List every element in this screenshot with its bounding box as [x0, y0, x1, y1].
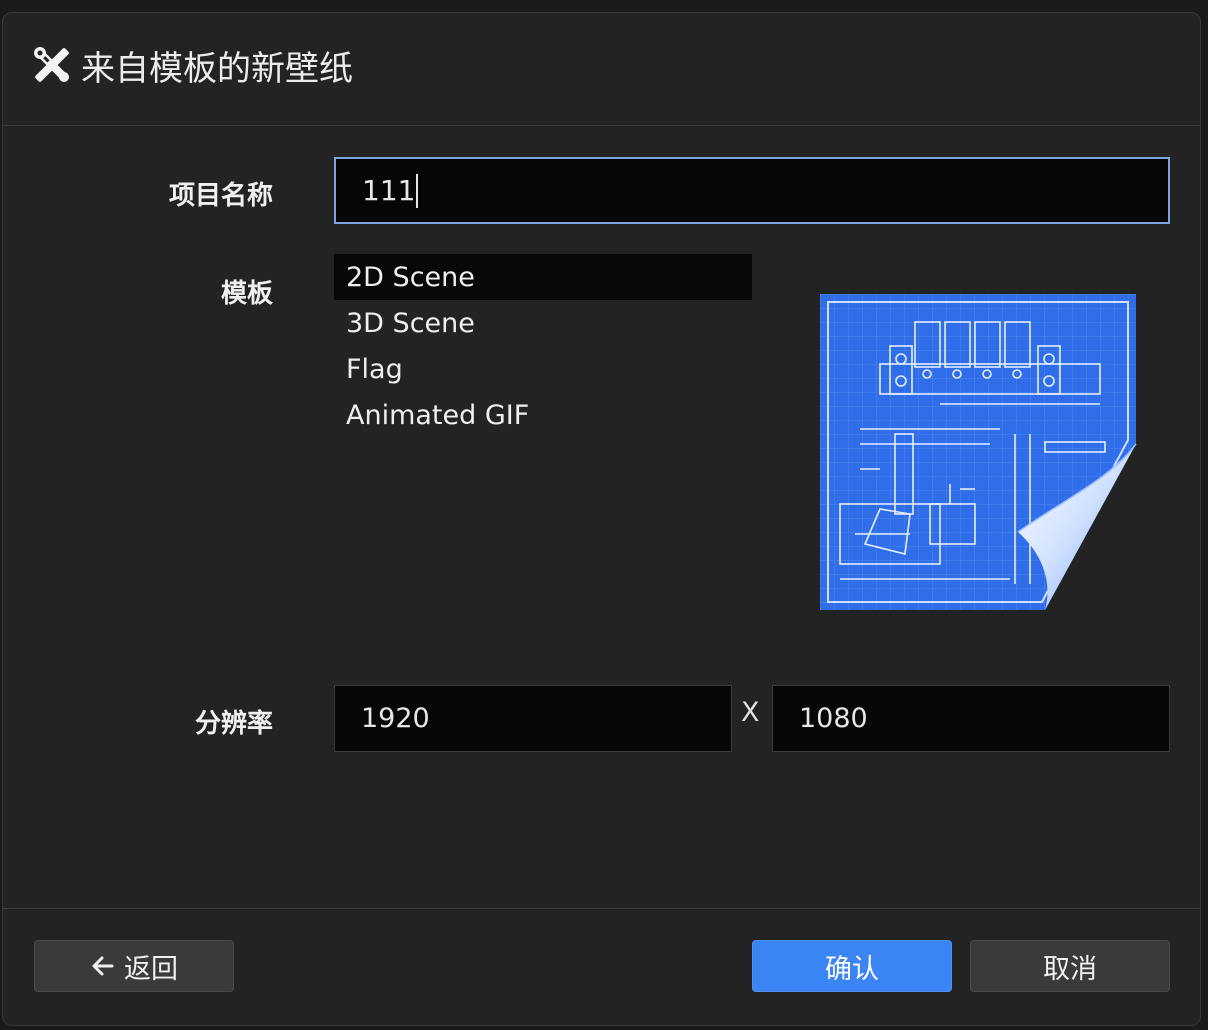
dialog-titlebar: 来自模板的新壁纸 [3, 13, 1200, 126]
project-name-label: 项目名称 [168, 181, 273, 211]
project-name-input[interactable]: 111 [334, 157, 1170, 224]
template-item-flag[interactable]: Flag [334, 346, 752, 392]
resolution-separator: X [741, 697, 760, 728]
blueprint-document-icon [820, 294, 1137, 610]
resolution-label: 分辨率 [194, 709, 273, 739]
resolution-width-input[interactable]: 1920 [334, 685, 732, 752]
resolution-height-value: 1080 [799, 703, 868, 734]
arrow-left-icon [92, 956, 114, 976]
tools-icon [34, 47, 69, 82]
back-button-label: 返回 [124, 953, 178, 985]
template-item-animated-gif[interactable]: Animated GIF [334, 392, 752, 438]
resolution-width-value: 1920 [361, 703, 430, 734]
template-item-2d-scene[interactable]: 2D Scene [334, 254, 752, 300]
text-caret [416, 173, 419, 208]
template-item-3d-scene[interactable]: 3D Scene [334, 300, 752, 346]
confirm-button-label: 确认 [825, 953, 879, 985]
template-list: 2D Scene 3D Scene Flag Animated GIF [334, 254, 752, 438]
cancel-button-label: 取消 [1043, 953, 1097, 985]
template-label: 模板 [220, 279, 273, 309]
cancel-button[interactable]: 取消 [970, 940, 1170, 992]
project-name-value: 111 [362, 174, 416, 207]
back-button[interactable]: 返回 [34, 940, 234, 992]
dialog-title: 来自模板的新壁纸 [81, 48, 353, 89]
resolution-height-input[interactable]: 1080 [772, 685, 1170, 752]
new-wallpaper-dialog: 来自模板的新壁纸 项目名称 111 模板 2D Scene 3D Scene F… [2, 12, 1201, 1026]
dialog-footer: 返回 确认 取消 [3, 908, 1200, 1025]
confirm-button[interactable]: 确认 [752, 940, 952, 992]
